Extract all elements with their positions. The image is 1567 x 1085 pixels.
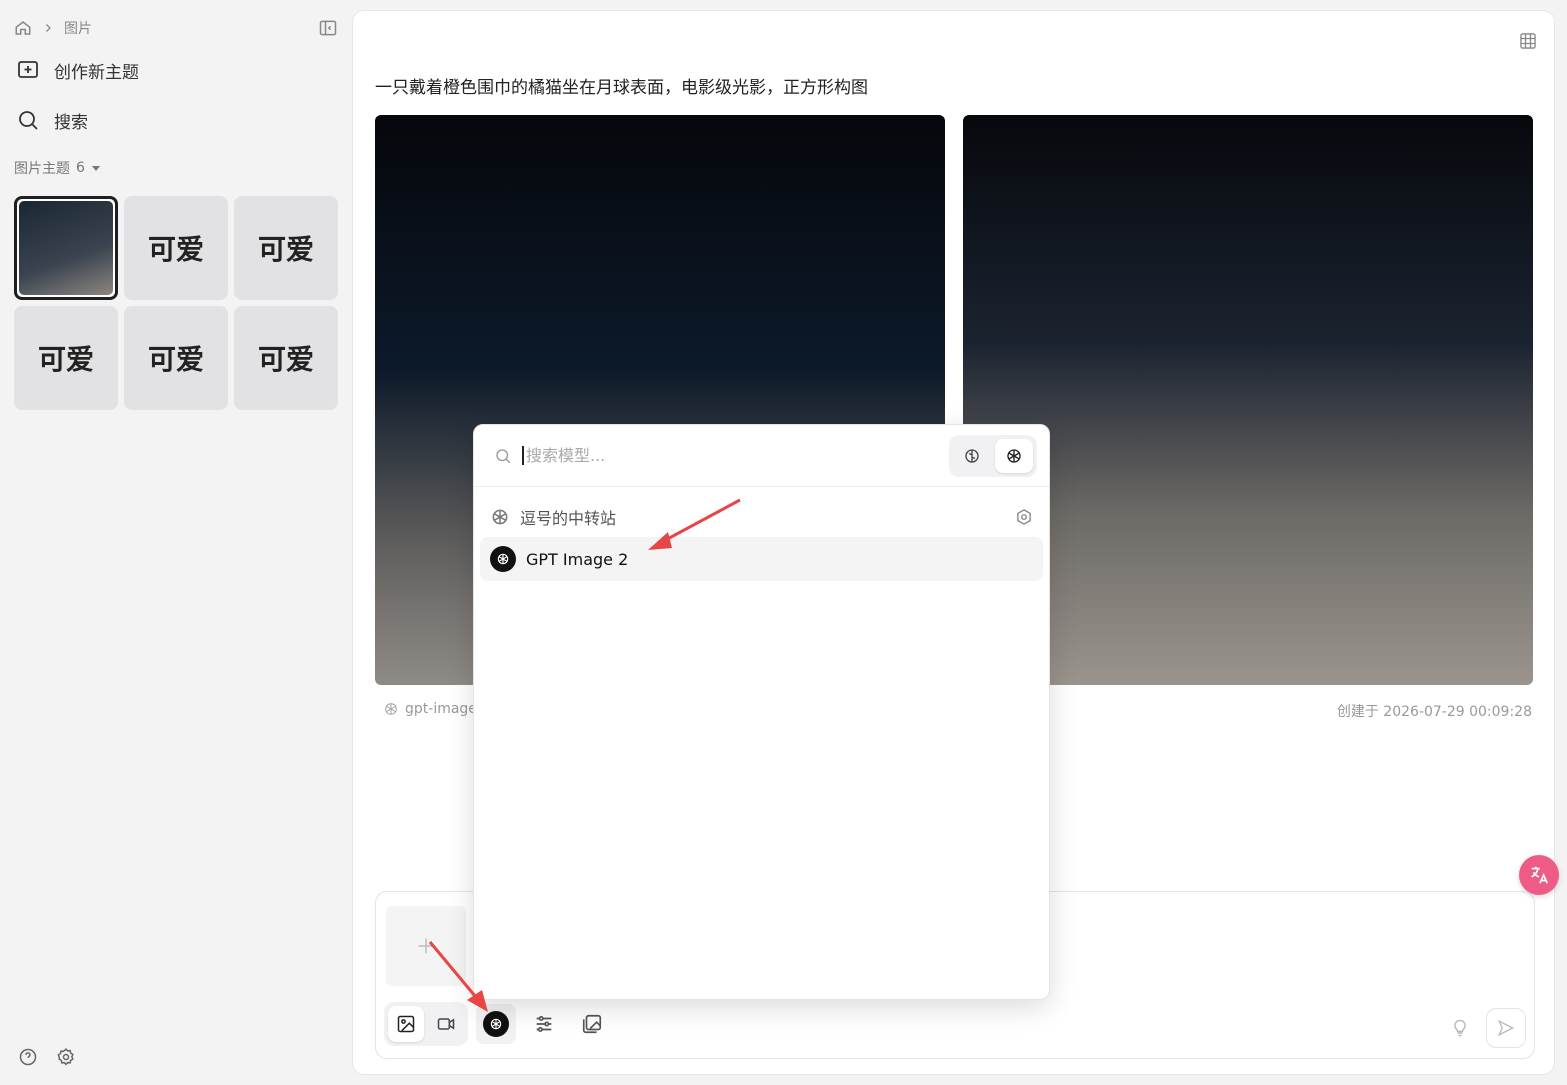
image-model-icon: [1005, 447, 1023, 465]
openai-logo-icon: [490, 546, 516, 572]
cat-moon-image: [19, 201, 113, 295]
topic-thumbnail-active[interactable]: [14, 196, 118, 300]
media-type-toggle: [384, 1002, 468, 1046]
filter-reasoning-button[interactable]: [953, 439, 991, 473]
provider-logo-icon: [490, 507, 510, 527]
translate-badge[interactable]: [1519, 855, 1559, 895]
new-topic-label: 创作新主题: [54, 62, 139, 83]
video-mode-button[interactable]: [428, 1006, 464, 1042]
breadcrumb: 图片: [14, 16, 338, 40]
search-icon: [16, 108, 40, 132]
brain-icon: [963, 447, 981, 465]
collapse-sidebar-icon[interactable]: [318, 18, 338, 38]
chevron-right-icon: [42, 22, 54, 34]
layout-grid-icon[interactable]: [1518, 31, 1538, 51]
provider-header: 逗号的中转站: [474, 499, 1049, 535]
send-icon: [1497, 1019, 1515, 1037]
model-search-bar: [474, 425, 1049, 487]
lightbulb-icon[interactable]: [1450, 1018, 1470, 1038]
model-option[interactable]: GPT Image 2: [480, 537, 1043, 581]
topic-thumbnail[interactable]: 可爱: [14, 306, 118, 410]
add-square-icon: [16, 58, 40, 82]
home-icon[interactable]: [14, 19, 32, 37]
composer-toolbar: [384, 1002, 612, 1046]
add-reference-image-button[interactable]: [386, 906, 466, 986]
sliders-icon: [533, 1013, 555, 1035]
filter-image-button[interactable]: [995, 438, 1033, 473]
translate-icon: [1528, 864, 1550, 886]
model-picker-popup: 逗号的中转站 GPT Image 2: [473, 424, 1050, 1000]
sidebar: 图片 创作新主题 搜索 图片主题 6 可爱 可爱 可爱 可爱 可爱: [0, 0, 352, 1085]
new-topic-button[interactable]: 创作新主题: [14, 50, 338, 90]
model-filter-toggle: [949, 434, 1037, 477]
group-count: 6: [76, 160, 85, 176]
search-button[interactable]: 搜索: [14, 100, 338, 140]
model-option-name: GPT Image 2: [526, 549, 629, 569]
parameters-button[interactable]: [524, 1004, 564, 1044]
topic-thumbnail[interactable]: 可爱: [124, 306, 228, 410]
settings-gear-icon[interactable]: [56, 1047, 76, 1067]
topic-thumbnail[interactable]: 可爱: [234, 196, 338, 300]
sidebar-footer: [18, 1047, 76, 1067]
breadcrumb-current: 图片: [64, 21, 92, 37]
model-search-input[interactable]: [522, 446, 939, 465]
topic-thumbnail-grid: 可爱 可爱 可爱 可爱 可爱: [14, 196, 338, 410]
provider-name: 逗号的中转站: [520, 509, 617, 528]
plus-icon: [415, 935, 437, 957]
created-at: 创建于 2026-07-29 00:09:28: [1336, 704, 1532, 720]
openai-logo-icon: [383, 701, 399, 717]
search-label: 搜索: [54, 112, 88, 133]
composer-right-tools: [1450, 1008, 1526, 1048]
image-gallery-button[interactable]: [572, 1004, 612, 1044]
openai-logo-icon: [483, 1011, 509, 1037]
image-icon: [396, 1014, 416, 1034]
send-button[interactable]: [1486, 1008, 1526, 1048]
group-title: 图片主题: [14, 161, 70, 177]
gallery-icon: [581, 1013, 603, 1035]
search-icon: [494, 447, 512, 465]
help-icon[interactable]: [18, 1047, 38, 1067]
model-tag-label: gpt-image: [405, 701, 477, 717]
model-tag: gpt-image: [383, 701, 477, 717]
topic-group-header[interactable]: 图片主题 6: [14, 158, 338, 178]
caret-down-icon: [91, 163, 101, 173]
image-mode-button[interactable]: [388, 1006, 424, 1042]
model-select-button[interactable]: [476, 1004, 516, 1044]
topic-thumbnail[interactable]: 可爱: [124, 196, 228, 300]
topic-thumbnail[interactable]: 可爱: [234, 306, 338, 410]
video-icon: [436, 1014, 456, 1034]
prompt-text: 一只戴着橙色围巾的橘猫坐在月球表面，电影级光影，正方形构图: [375, 78, 868, 98]
provider-settings-icon[interactable]: [1015, 508, 1033, 526]
